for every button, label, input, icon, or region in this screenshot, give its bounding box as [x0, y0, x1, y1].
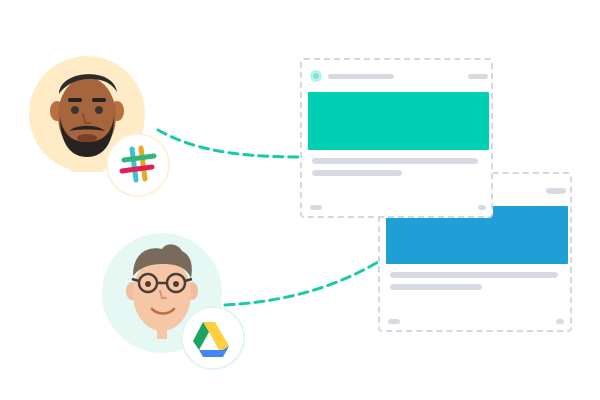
card-text-placeholder-short	[390, 284, 482, 290]
card-meta-placeholder	[546, 188, 566, 194]
card-text-placeholder-short	[312, 170, 402, 176]
card-footer-placeholder-left	[388, 319, 400, 324]
google-drive-badge	[181, 306, 245, 370]
card-meta-placeholder	[468, 74, 488, 79]
connector-line-drive	[223, 260, 380, 307]
integration-illustration	[0, 0, 600, 400]
connector-line-slack	[156, 128, 302, 159]
card-text-placeholder	[390, 272, 558, 278]
shared-message-card	[300, 58, 493, 218]
card-footer-placeholder-right	[478, 205, 486, 210]
card-preview-block	[308, 92, 489, 150]
card-text-placeholder	[312, 158, 478, 164]
slack-logo-icon	[119, 145, 157, 183]
google-drive-logo-icon	[193, 322, 229, 357]
status-dot	[310, 70, 322, 82]
slack-badge	[106, 133, 170, 197]
card-footer-placeholder-right	[556, 319, 564, 324]
card-title-placeholder	[328, 74, 394, 79]
card-footer-placeholder-left	[310, 205, 322, 210]
